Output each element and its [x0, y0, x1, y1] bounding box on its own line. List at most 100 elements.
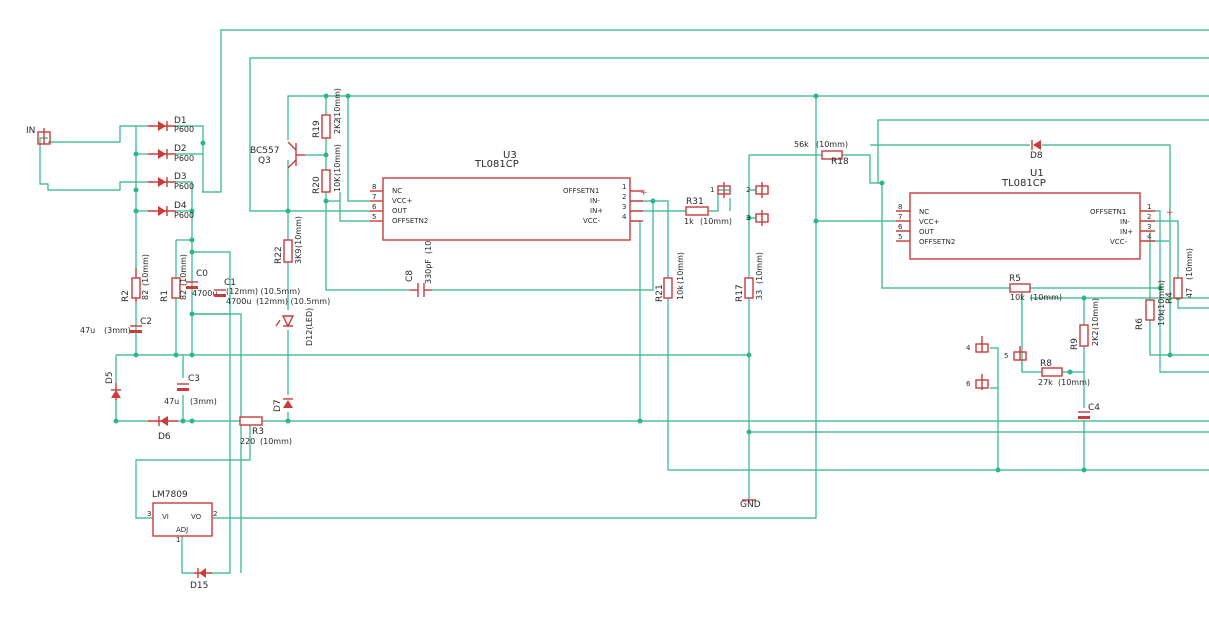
- capacitor-c3[interactable]: C3 47u (3mm): [164, 374, 217, 406]
- diode-d8[interactable]: D8: [1030, 140, 1043, 161]
- reg-pin-adj: 1: [176, 536, 180, 544]
- u1-pin8-num: 8: [898, 203, 902, 211]
- r2-value: 82: [141, 290, 150, 300]
- resistor-r9[interactable]: R9 2K2 (10mm): [1070, 298, 1100, 350]
- r5-value: 10k: [1010, 293, 1025, 302]
- d4-name: D4: [174, 201, 187, 211]
- opamp-u3[interactable]: U3 TL081CP 8 7 6 5 NC VCC+ OUT OFFSETN2 …: [370, 150, 648, 241]
- diode-d1[interactable]: D1 P600: [148, 116, 194, 134]
- c3-name: C3: [188, 374, 200, 384]
- r4-pkg: (10mm): [1185, 248, 1194, 280]
- r3-name: R3: [252, 427, 264, 437]
- resistor-r8[interactable]: R8 27k (10mm): [1038, 359, 1090, 387]
- reg-pin-vo: 2: [213, 510, 217, 518]
- diode-d2[interactable]: D2 P600: [148, 144, 194, 163]
- r20-name: R20: [312, 176, 322, 194]
- r2-pkg: (10mm): [141, 254, 150, 286]
- diode-d4[interactable]: D4 P600: [148, 201, 194, 220]
- r19-name: R19: [312, 120, 322, 138]
- d3-name: D3: [174, 172, 187, 182]
- connector-j4[interactable]: 4: [966, 336, 989, 353]
- diode-d6[interactable]: D6: [148, 416, 178, 442]
- capacitor-c1[interactable]: C1 (12mm) (10.5mm) 4700u (12mm) (10.5mm): [214, 278, 330, 306]
- input-connector[interactable]: IN: [26, 126, 51, 145]
- c8-name: C8: [405, 270, 415, 282]
- u1-pin5-num: 5: [898, 233, 902, 241]
- led-d12[interactable]: D12(LED): [275, 308, 314, 346]
- r20-value: 10K: [333, 176, 342, 192]
- u1-pin7-label: VCC+: [919, 218, 940, 226]
- r6-value: 10k: [1157, 311, 1166, 326]
- r31-name: R31: [686, 197, 704, 207]
- c1-value: 4700u: [226, 297, 251, 306]
- connector-j6[interactable]: 6: [966, 374, 989, 390]
- diode-d15[interactable]: D15: [190, 568, 212, 591]
- r9-value: 2K2: [1091, 331, 1100, 346]
- schematic-canvas[interactable]: IN D1 P600 D2 P600 D3 P600 D4 P600 R2 82…: [0, 0, 1209, 636]
- u1-pin3-label: IN+: [1120, 228, 1133, 236]
- d1-value: P600: [174, 125, 194, 134]
- c8-value: 330pF: [424, 259, 433, 284]
- u3-pin7-label: VCC+: [392, 197, 413, 205]
- c3-value: 47u: [164, 397, 179, 406]
- j2-name: 2: [746, 186, 750, 194]
- diode-d3[interactable]: D3 P600: [148, 172, 194, 191]
- r4-value: 47: [1185, 288, 1194, 298]
- u1-pin2-label: IN-: [1120, 218, 1130, 226]
- capacitor-c2[interactable]: C2 47u (3mm): [80, 317, 152, 335]
- q3-name: Q3: [258, 156, 271, 166]
- r21-value: 10k: [676, 285, 685, 300]
- d15-name: D15: [190, 581, 208, 591]
- reg-name: LM7809: [152, 490, 188, 500]
- connector-j5[interactable]: 5: [1004, 346, 1027, 361]
- transistor-q3[interactable]: BC557 Q3: [250, 141, 305, 169]
- resistor-r20[interactable]: R20 10K (10mm): [312, 144, 342, 194]
- u3-pin5-num: 5: [372, 213, 376, 221]
- c4-name: C4: [1088, 403, 1100, 413]
- resistor-r1[interactable]: R1 82 (10mm): [160, 254, 188, 302]
- u1-part: TL081CP: [1001, 178, 1046, 189]
- resistor-r31[interactable]: R31 1k (10mm): [684, 197, 732, 226]
- svg-text:+: +: [1166, 208, 1174, 218]
- u3-part: TL081CP: [474, 159, 519, 170]
- d7-name: D7: [273, 399, 283, 412]
- zener-d5[interactable]: D5: [105, 371, 121, 400]
- c0-pkg: (12mm) (10.5mm): [256, 297, 330, 306]
- r22-value: 3K9: [294, 249, 303, 264]
- r31-pkg: (10mm): [700, 217, 732, 226]
- r8-value: 27k: [1038, 378, 1053, 387]
- r5-pkg: (10mm): [1030, 293, 1062, 302]
- resistor-r4[interactable]: R4 47 (10mm): [1165, 248, 1194, 304]
- r9-name: R9: [1070, 338, 1080, 350]
- r21-pkg: (10mm): [676, 252, 685, 284]
- opamp-u1[interactable]: U1 TL081CP 8 7 6 5 NC VCC+ OUT OFFSETN2 …: [896, 168, 1174, 260]
- resistor-r18[interactable]: 56k (10mm) R18: [794, 140, 849, 167]
- c3-pkg: (3mm): [190, 397, 217, 406]
- u3-pin5-label: OFFSETN2: [392, 217, 428, 225]
- regulator-lm7809[interactable]: LM7809 VI VO ADJ 3 2 1: [147, 490, 217, 544]
- r3-pkg: (10mm): [260, 437, 292, 446]
- u1-pin4-label: VCC-: [1110, 238, 1128, 246]
- ground-symbol: GND: [740, 499, 761, 510]
- u1-pin5-label: OFFSETN2: [919, 238, 955, 246]
- j1-name: 1: [710, 186, 714, 194]
- zener-d7[interactable]: D7: [273, 398, 293, 412]
- c0-value: 4700u: [192, 289, 217, 298]
- c2-pkg: (3mm): [104, 326, 131, 335]
- input-label: IN: [26, 126, 35, 136]
- r6-name: R6: [1135, 318, 1145, 330]
- u3-pin4-label: VCC-: [583, 217, 601, 225]
- r31-value: 1k: [684, 217, 694, 226]
- r2-name: R2: [121, 290, 131, 302]
- r5-name: R5: [1009, 274, 1021, 284]
- u1-pin6-label: OUT: [919, 228, 935, 236]
- r17-value: 33: [755, 290, 764, 300]
- capacitor-c4[interactable]: C4: [1078, 403, 1100, 419]
- r18-pkg: (10mm): [816, 140, 848, 149]
- u1-pin4-num: 4: [1147, 233, 1152, 241]
- r20-pkg: (10mm): [333, 144, 342, 176]
- resistor-r21[interactable]: R21 10k (10mm): [655, 252, 685, 302]
- j5-name: 5: [1004, 352, 1008, 360]
- capacitor-c0[interactable]: C0 4700u: [186, 269, 217, 298]
- reg-vi: VI: [162, 513, 169, 521]
